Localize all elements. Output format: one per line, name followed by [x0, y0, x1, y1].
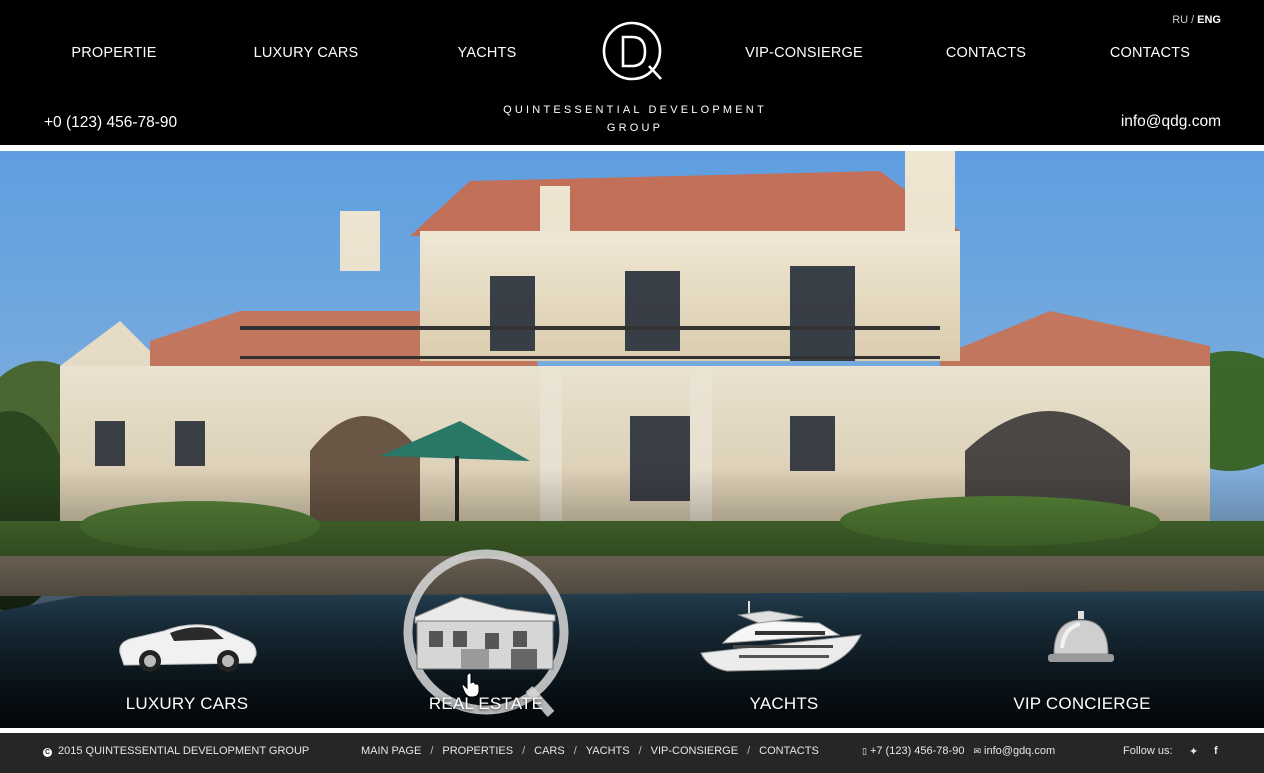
footer-separator: /: [522, 745, 526, 757]
phone-icon: ▯: [862, 746, 867, 756]
nav-item-yachts[interactable]: YACHTS: [458, 45, 517, 61]
category-vip-concierge-label[interactable]: VIP CONCIERGE: [1013, 694, 1150, 714]
footer-separator: /: [573, 745, 577, 757]
hero-banner: LUXURY CARS REAL ESTATE YACHTS VIP CONCI…: [0, 151, 1264, 728]
nav-item-contacts[interactable]: CONTACTS: [946, 45, 1026, 61]
footer-phone[interactable]: +7 (123) 456-78-90: [870, 745, 964, 757]
footer-separator: /: [638, 745, 642, 757]
footer-link-properties[interactable]: PROPERTIES: [442, 745, 513, 757]
lang-ru[interactable]: RU: [1172, 14, 1188, 26]
footer-link-vip-consierge[interactable]: VIP-CONSIERGE: [651, 745, 738, 757]
header-email[interactable]: info@qdg.com: [1121, 113, 1221, 131]
logo-line-1: QUINTESSENTIAL DEVELOPMENT: [503, 104, 767, 116]
copyright: C 2015 QUINTESSENTIAL DEVELOPMENT GROUP: [43, 745, 309, 757]
footer-contacts: ▯ +7 (123) 456-78-90 ✉ info@gdq.com: [862, 745, 1055, 757]
nav-item-contacts-2[interactable]: CONTACTS: [1110, 45, 1190, 61]
lang-eng[interactable]: ENG: [1197, 14, 1221, 26]
nav-item-properties[interactable]: PROPERTIE: [71, 45, 156, 61]
yacht-icon[interactable]: [699, 599, 869, 679]
header-phone[interactable]: +0 (123) 456-78-90: [44, 114, 177, 132]
footer-separator: /: [430, 745, 434, 757]
footer-link-cars[interactable]: CARS: [534, 745, 565, 757]
lang-separator: /: [1191, 14, 1195, 26]
footer-link-main-page[interactable]: MAIN PAGE: [361, 745, 421, 757]
logo-line-2: GROUP: [606, 122, 664, 134]
footer-email[interactable]: info@gdq.com: [984, 745, 1055, 757]
site-header: RU / ENG PROPERTIE LUXURY CARS YACHTS VIP-…: [0, 0, 1264, 145]
car-icon[interactable]: [112, 609, 262, 677]
footer-separator: /: [747, 745, 751, 757]
service-bell-icon[interactable]: [1046, 608, 1116, 670]
nav-item-luxury-cars[interactable]: LUXURY CARS: [254, 45, 359, 61]
footer-link-contacts[interactable]: CONTACTS: [759, 745, 819, 757]
copyright-icon: C: [43, 748, 52, 757]
logo-text: QUINTESSENTIAL DEVELOPMENT GROUP: [495, 101, 775, 137]
envelope-icon: ✉: [973, 746, 982, 756]
logo-mark[interactable]: [601, 21, 665, 83]
copyright-text: 2015 QUINTESSENTIAL DEVELOPMENT GROUP: [58, 745, 310, 757]
footer-nav: MAIN PAGE / PROPERTIES / CARS / YACHTS / VIP-CON…: [361, 745, 819, 757]
nav-item-vip-consierge[interactable]: VIP-CONSIERGE: [745, 45, 863, 61]
site-footer: C 2015 QUINTESSENTIAL DEVELOPMENT GROUP M…: [0, 733, 1264, 773]
category-luxury-cars-label[interactable]: LUXURY CARS: [126, 694, 249, 714]
follow-us-label: Follow us:: [1123, 745, 1173, 757]
language-switcher: RU / ENG: [1172, 14, 1221, 26]
facebook-icon[interactable]: f: [1214, 745, 1218, 757]
footer-link-yachts[interactable]: YACHTS: [586, 745, 630, 757]
twitter-icon[interactable]: ✦: [1189, 745, 1198, 758]
category-yachts-label[interactable]: YACHTS: [750, 694, 819, 714]
category-real-estate-label[interactable]: REAL ESTATE: [429, 694, 543, 714]
